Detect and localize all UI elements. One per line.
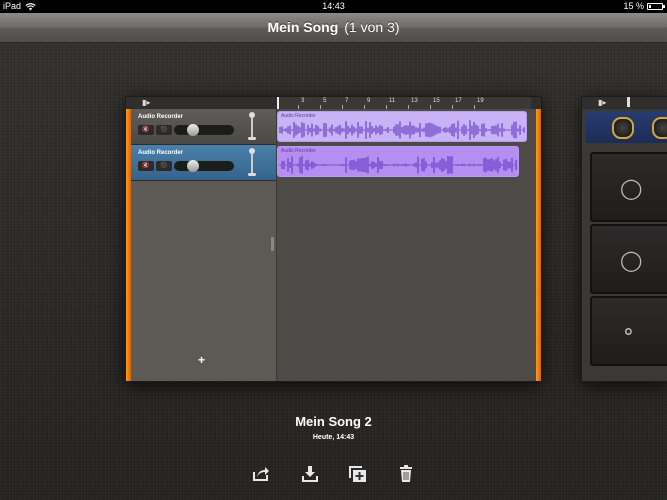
add-track-button[interactable]: + [198,353,205,367]
drum-pad: ⚬ [590,296,667,366]
volume-slider[interactable] [174,124,234,136]
duplicate-icon[interactable] [348,464,368,484]
ruler-label: 15 [433,98,440,104]
ruler-label: 19 [477,98,484,104]
knob-icon [652,117,667,139]
playhead [627,97,630,107]
status-right: 15 % [623,0,665,13]
ruler-label: 13 [411,98,418,104]
headphones-icon[interactable]: ⚫ [156,125,172,135]
track-name: Audio Recorder [138,150,184,156]
song-title[interactable]: Mein Song 2 [0,414,667,429]
microphone-icon [248,148,256,176]
ruler-label: 11 [389,98,396,104]
drum-pads: ◯ ◯ ⚬ [590,152,667,373]
mute-icon[interactable]: 🔇 [138,161,154,171]
card-edge-right [536,109,541,381]
audio-region[interactable]: Audio Recorder [277,146,519,177]
trash-icon[interactable] [396,464,416,484]
card-toolbar: ▮▸ [582,97,667,109]
ruler-label: 7 [345,98,349,104]
song-browser-title: Mein Song [267,19,339,35]
track-header[interactable]: Audio Recorder 🔇 ⚫ [131,145,276,181]
status-time: 14:43 [322,1,345,11]
drum-controls [586,111,667,143]
waveform-trace [279,120,525,140]
battery-percent: 15 % [623,1,644,11]
ruler-label: 17 [455,98,462,104]
song-counter: (1 von 3) [344,19,400,35]
track-header[interactable]: Audio Recorder 🔇 ⚫ [131,109,276,145]
waveform-trace [279,156,517,174]
track-view-icon: ▮▸ [598,98,607,107]
drum-pad: ◯ [590,224,667,294]
battery-fill [649,5,651,8]
waveform [279,120,525,140]
track-name: Audio Recorder [138,114,184,120]
volume-knob[interactable] [187,160,200,172]
drum-pad: ◯ [590,152,667,222]
shaker-icon: ⚬ [620,322,637,344]
mute-icon[interactable]: 🔇 [138,125,154,135]
ruler-label: 9 [367,98,371,104]
download-icon[interactable] [300,464,320,484]
playhead [277,97,279,109]
song-card-current[interactable]: ▮▸ 3 5 7 9 11 13 15 17 19 Audio Recorder 🔇 ⚫ Aud… [125,96,542,382]
microphone-icon [248,112,256,140]
volume-knob[interactable] [187,124,200,136]
snare-icon: ◯ [620,178,643,200]
volume-slider[interactable] [174,160,234,172]
share-icon[interactable] [251,464,271,484]
track-view-icon: ▮▸ [142,98,151,107]
ruler-label: 5 [323,98,327,104]
headphones-icon[interactable]: ⚫ [156,161,172,171]
knob-icon [612,117,634,139]
song-date: Heute, 14:43 [312,434,355,441]
audio-region[interactable]: Audio Recorder [277,111,527,142]
arrangement-area: Audio Recorder Audio Recorder [277,109,536,381]
track-list: Audio Recorder 🔇 ⚫ Audio Recorder 🔇 ⚫ + [131,109,277,381]
battery-icon [647,3,665,10]
waveform [279,156,517,174]
status-bar: iPad 14:43 15 % [0,0,667,13]
cymbal-icon: ◯ [620,250,643,272]
song-card-next[interactable]: ▮▸ ◯ ◯ ⚬ [581,96,667,382]
ruler-label: 3 [301,98,305,104]
timeline-ruler: 3 5 7 9 11 13 15 17 19 [277,97,531,109]
navigation-bar: Mein Song (1 von 3) [0,13,667,43]
track-list-grip[interactable] [271,237,274,251]
